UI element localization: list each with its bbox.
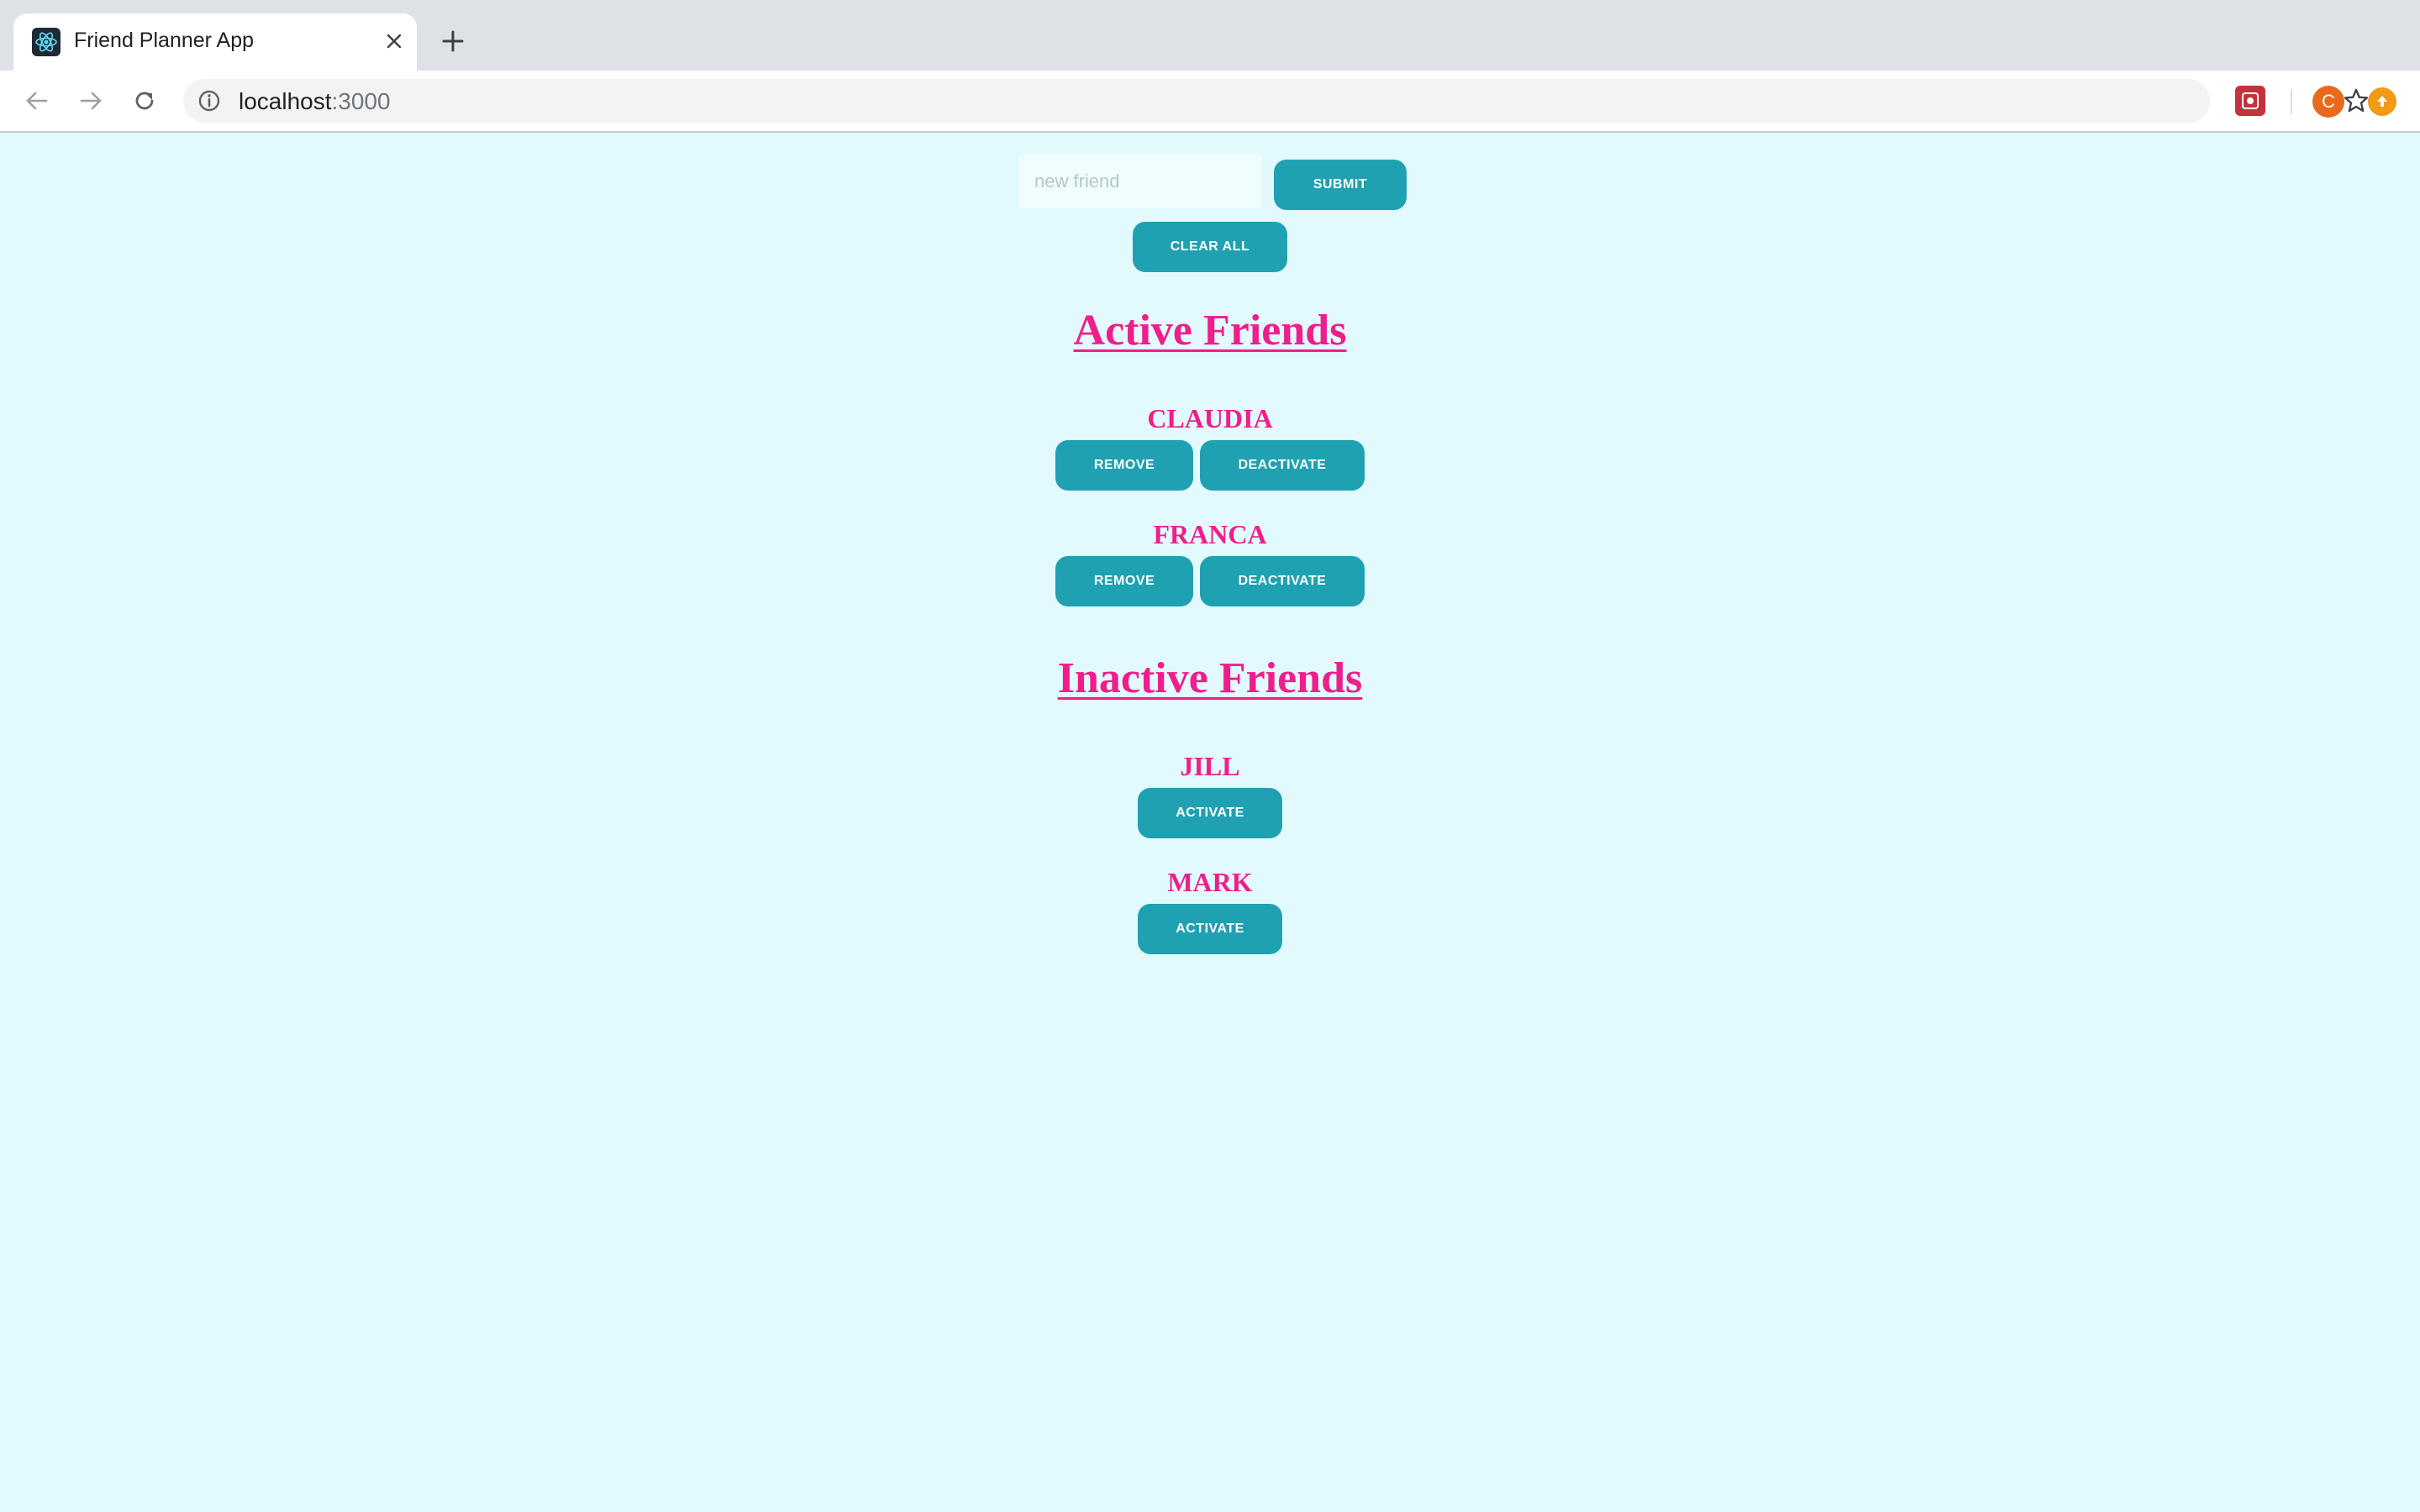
info-icon[interactable]: [197, 88, 222, 113]
activate-button[interactable]: ACTIVATE: [1138, 904, 1282, 954]
remove-button[interactable]: REMOVE: [1055, 440, 1193, 491]
deactivate-button[interactable]: DEACTIVATE: [1200, 440, 1365, 491]
deactivate-button[interactable]: DEACTIVATE: [1200, 556, 1365, 606]
star-icon[interactable]: [2341, 86, 2371, 116]
tab-title: Friend Planner App: [74, 29, 255, 52]
browser-tab[interactable]: Friend Planner App: [13, 13, 417, 71]
new-friend-input[interactable]: [1018, 155, 1262, 208]
update-icon[interactable]: [2368, 87, 2396, 116]
extension-icon[interactable]: [2235, 86, 2265, 116]
activate-button[interactable]: ACTIVATE: [1138, 788, 1282, 838]
url-text: localhost:3000: [239, 88, 391, 115]
url-host: localhost: [239, 88, 332, 114]
plus-icon[interactable]: [435, 24, 471, 59]
tab-strip: Friend Planner App: [0, 0, 2420, 71]
url-port: :3000: [331, 88, 391, 114]
submit-button[interactable]: SUBMIT: [1274, 160, 1407, 210]
close-icon[interactable]: [378, 25, 410, 57]
react-logo-icon: [32, 28, 60, 56]
address-bar[interactable]: localhost:3000: [183, 79, 2369, 123]
friend-name: MARK: [1167, 867, 1253, 897]
avatar[interactable]: C: [2312, 86, 2344, 118]
friend-name: FRANCA: [1153, 519, 1267, 549]
remove-button[interactable]: REMOVE: [1055, 556, 1193, 606]
clear-all-button[interactable]: CLEAR ALL: [1133, 222, 1287, 272]
reload-icon[interactable]: [126, 82, 163, 119]
friend-name: CLAUDIA: [1147, 403, 1273, 433]
inactive-friends-heading: Inactive Friends: [1057, 654, 1363, 702]
app-root: SUBMIT CLEAR ALL Active Friends CLAUDIA …: [0, 133, 2420, 1512]
arrow-left-icon[interactable]: [18, 82, 55, 119]
browser-toolbar: localhost:3000 C: [0, 71, 2420, 133]
toolbar-divider: [2291, 89, 2292, 114]
arrow-right-icon[interactable]: [72, 82, 109, 119]
friend-name: JILL: [1180, 751, 1240, 781]
active-friends-heading: Active Friends: [1073, 307, 1347, 354]
